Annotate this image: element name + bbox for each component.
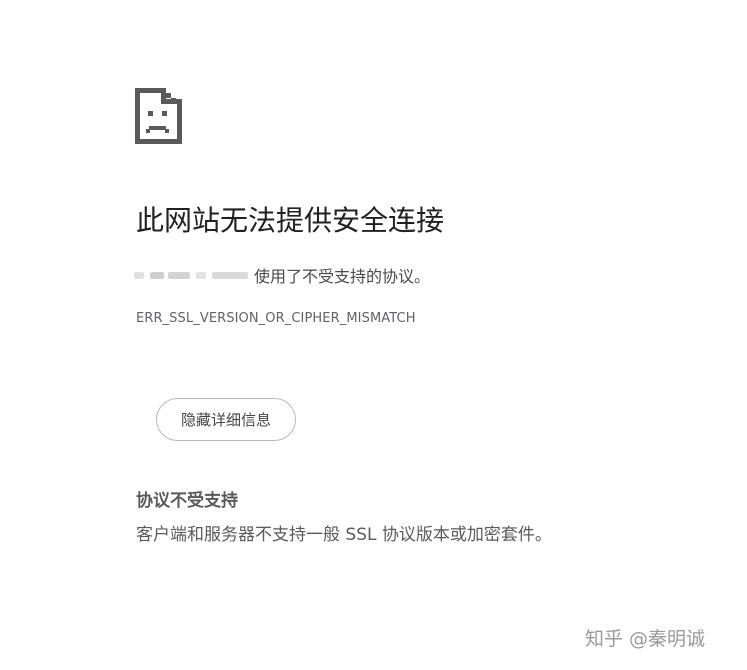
- details-heading: 协议不受支持: [136, 491, 238, 511]
- page-title: 此网站无法提供安全连接: [136, 204, 445, 237]
- error-summary: 使用了不受支持的协议。: [134, 262, 430, 288]
- redacted-hostname: [134, 268, 250, 282]
- summary-text: 使用了不受支持的协议。: [254, 267, 431, 286]
- hide-details-button[interactable]: 隐藏详细信息: [156, 398, 296, 441]
- details-text: 客户端和服务器不支持一般 SSL 协议版本或加密套件。: [136, 525, 552, 545]
- watermark: 知乎 @秦明诚: [585, 628, 706, 650]
- error-code[interactable]: ERR_SSL_VERSION_OR_CIPHER_MISMATCH: [136, 311, 416, 326]
- sad-page-icon: [135, 88, 182, 144]
